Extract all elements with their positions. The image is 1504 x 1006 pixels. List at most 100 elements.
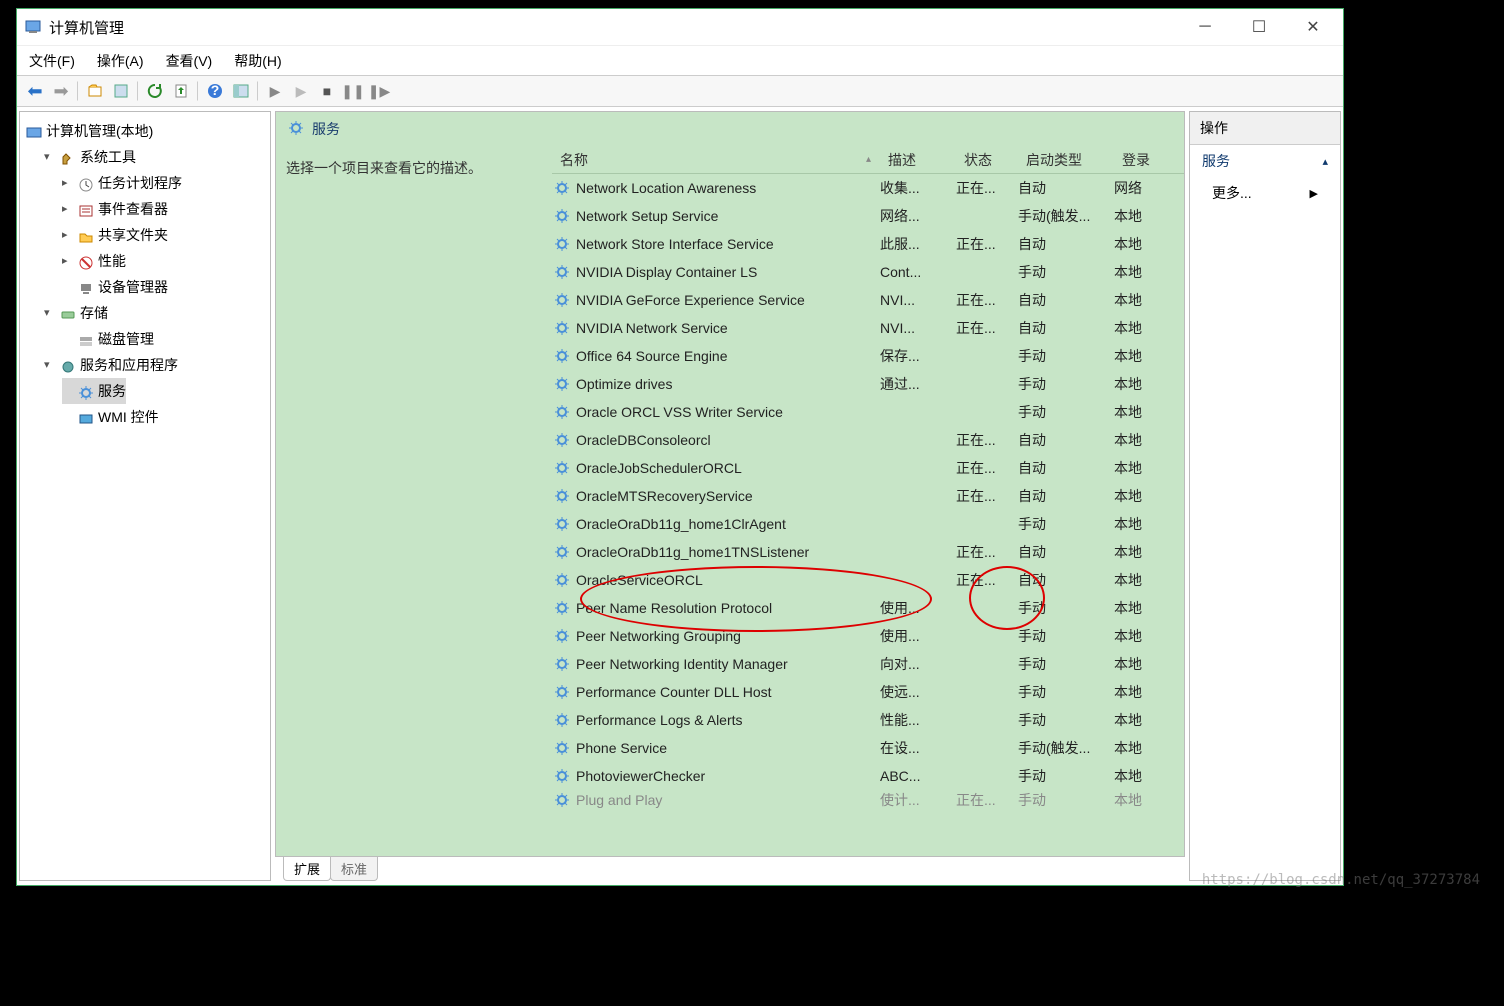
tree-storage[interactable]: ▾存储 (44, 300, 108, 326)
service-name: NVIDIA Display Container LS (576, 264, 880, 280)
service-logon: 本地 (1114, 626, 1164, 646)
tree-system-tools[interactable]: ▾系统工具 (44, 144, 136, 170)
gear-icon (554, 768, 570, 784)
restart-button[interactable]: ❚▶ (367, 79, 391, 103)
tree-shared-folders[interactable]: ▸共享文件夹 (62, 222, 168, 248)
actions-section-services[interactable]: 服务 ▴ (1190, 145, 1340, 177)
service-name: OracleMTSRecoveryService (576, 488, 880, 504)
list-header: 名称▴ 描述 状态 启动类型 登录 (552, 146, 1184, 174)
service-startup: 手动 (1018, 402, 1114, 422)
service-startup: 手动 (1018, 790, 1114, 810)
gear-icon (554, 404, 570, 420)
service-row[interactable]: Optimize drives通过...手动本地 (552, 370, 1184, 398)
service-status: 正在... (956, 430, 1018, 450)
col-status[interactable]: 状态 (956, 150, 1018, 170)
tree-event-viewer[interactable]: ▸事件查看器 (62, 196, 168, 222)
service-row[interactable]: Phone Service在设...手动(触发...本地 (552, 734, 1184, 762)
service-row[interactable]: Network Setup Service网络...手动(触发...本地 (552, 202, 1184, 230)
service-status: 正在... (956, 234, 1018, 254)
app-icon (25, 19, 41, 35)
col-startup[interactable]: 启动类型 (1018, 150, 1114, 170)
refresh-button[interactable] (143, 79, 167, 103)
service-row[interactable]: OracleDBConsoleorcl正在...自动本地 (552, 426, 1184, 454)
close-button[interactable]: ✕ (1299, 17, 1327, 37)
service-logon: 本地 (1114, 402, 1164, 422)
actions-more[interactable]: 更多... ▶ (1190, 177, 1340, 209)
export-button[interactable] (169, 79, 193, 103)
service-row[interactable]: OracleJobSchedulerORCL正在...自动本地 (552, 454, 1184, 482)
service-status: 正在... (956, 178, 1018, 198)
service-name: Network Store Interface Service (576, 236, 880, 252)
service-logon: 本地 (1114, 682, 1164, 702)
service-desc: Cont... (880, 264, 956, 280)
actions-title: 操作 (1190, 112, 1340, 145)
service-row[interactable]: NVIDIA GeForce Experience ServiceNVI...正… (552, 286, 1184, 314)
service-row[interactable]: OracleOraDb11g_home1ClrAgent手动本地 (552, 510, 1184, 538)
help-button[interactable]: ? (203, 79, 227, 103)
service-startup: 手动 (1018, 374, 1114, 394)
play-button[interactable]: ▶ (263, 79, 287, 103)
col-desc[interactable]: 描述 (880, 150, 956, 170)
service-row[interactable]: Network Store Interface Service此服...正在..… (552, 230, 1184, 258)
col-name[interactable]: 名称▴ (552, 150, 880, 170)
menu-action[interactable]: 操作(A) (97, 51, 144, 71)
service-row[interactable]: Peer Networking Identity Manager向对...手动本… (552, 650, 1184, 678)
tree-device-manager[interactable]: 设备管理器 (62, 274, 168, 300)
properties-button[interactable] (109, 79, 133, 103)
service-startup: 手动(触发... (1018, 206, 1114, 226)
service-desc: 在设... (880, 738, 956, 758)
service-row[interactable]: Performance Counter DLL Host使远...手动本地 (552, 678, 1184, 706)
tree-services[interactable]: 服务 (62, 378, 126, 404)
menu-view[interactable]: 查看(V) (166, 51, 213, 71)
service-startup: 手动 (1018, 514, 1114, 534)
service-row[interactable]: Peer Networking Grouping使用...手动本地 (552, 622, 1184, 650)
tree-task-scheduler[interactable]: ▸任务计划程序 (62, 170, 182, 196)
service-desc: 向对... (880, 654, 956, 674)
gear-icon (554, 376, 570, 392)
service-row[interactable]: Peer Name Resolution Protocol使用...手动本地 (552, 594, 1184, 622)
menu-file[interactable]: 文件(F) (29, 51, 75, 71)
gear-icon (554, 516, 570, 532)
col-logon[interactable]: 登录 (1114, 150, 1164, 170)
stop-button[interactable]: ■ (315, 79, 339, 103)
service-desc: NVI... (880, 292, 956, 308)
pause-button[interactable]: ❚❚ (341, 79, 365, 103)
service-desc: 保存... (880, 346, 956, 366)
services-rows[interactable]: Network Location Awareness收集...正在...自动网络… (552, 174, 1184, 856)
service-name: Office 64 Source Engine (576, 348, 880, 364)
service-row[interactable]: Office 64 Source Engine保存...手动本地 (552, 342, 1184, 370)
service-row[interactable]: Performance Logs & Alerts性能...手动本地 (552, 706, 1184, 734)
service-name: OracleServiceORCL (576, 572, 880, 588)
service-row[interactable]: Network Location Awareness收集...正在...自动网络 (552, 174, 1184, 202)
tree-root[interactable]: 计算机管理(本地) (26, 118, 153, 144)
service-row[interactable]: OracleServiceORCL正在...自动本地 (552, 566, 1184, 594)
service-logon: 本地 (1114, 486, 1164, 506)
service-logon: 本地 (1114, 570, 1164, 590)
service-row[interactable]: Oracle ORCL VSS Writer Service手动本地 (552, 398, 1184, 426)
maximize-button[interactable]: ☐ (1245, 17, 1273, 37)
service-row[interactable]: NVIDIA Network ServiceNVI...正在...自动本地 (552, 314, 1184, 342)
show-hide-tree-button[interactable] (229, 79, 253, 103)
service-logon: 本地 (1114, 514, 1164, 534)
back-button[interactable]: ⬅ (23, 79, 47, 103)
tree-performance[interactable]: ▸性能 (62, 248, 126, 274)
service-row[interactable]: OracleOraDb11g_home1TNSListener正在...自动本地 (552, 538, 1184, 566)
tree-device-manager-label: 设备管理器 (98, 274, 168, 300)
gear-icon (554, 792, 570, 808)
up-button[interactable] (83, 79, 107, 103)
service-row[interactable]: OracleMTSRecoveryService正在...自动本地 (552, 482, 1184, 510)
service-row[interactable]: Plug and Play使计...正在...手动本地 (552, 790, 1184, 810)
tree-services-apps[interactable]: ▾服务和应用程序 (44, 352, 178, 378)
service-row[interactable]: PhotoviewerCheckerABC...手动本地 (552, 762, 1184, 790)
tab-standard[interactable]: 标准 (330, 857, 378, 881)
service-name: NVIDIA GeForce Experience Service (576, 292, 880, 308)
forward-button[interactable]: ➡ (49, 79, 73, 103)
tab-extended[interactable]: 扩展 (283, 857, 331, 881)
minimize-button[interactable]: ─ (1191, 17, 1219, 37)
play2-button[interactable]: ▶ (289, 79, 313, 103)
tree-disk-management[interactable]: 磁盘管理 (62, 326, 154, 352)
service-row[interactable]: NVIDIA Display Container LSCont...手动本地 (552, 258, 1184, 286)
service-logon: 本地 (1114, 234, 1164, 254)
tree-wmi[interactable]: WMI 控件 (62, 404, 159, 430)
menu-help[interactable]: 帮助(H) (234, 51, 281, 71)
